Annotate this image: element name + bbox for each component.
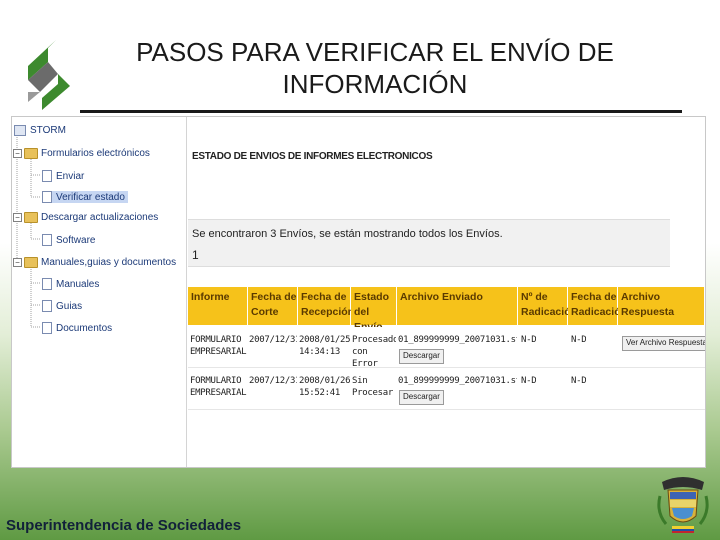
collapse-toggle-icon[interactable]: − — [13, 149, 22, 158]
title-divider — [80, 110, 682, 113]
cell-informe: FORMULARIO EMPRESARIAL — [190, 376, 247, 398]
document-icon — [42, 191, 52, 203]
computer-icon — [14, 125, 26, 136]
tree-item-label: Enviar — [56, 170, 85, 182]
collapse-toggle-icon[interactable]: − — [13, 213, 22, 222]
folder-open-icon — [24, 212, 38, 223]
cell-archivo-enviado: 01_899999999_20071031.str — [398, 376, 517, 386]
cell-fecha-recepcion: 2008/01/25 14:34:13 — [299, 335, 351, 357]
ver-archivo-respuesta-button[interactable]: Ver Archivo Respuesta — [622, 336, 705, 351]
footer-organization: Superintendencia de Sociedades — [6, 517, 242, 534]
tree-item-verificar-estado[interactable]: Verificar estado — [42, 191, 128, 203]
tree-item-label: Software — [56, 234, 96, 246]
tree-root-storm[interactable]: STORM — [14, 125, 66, 136]
cell-archivo-enviado: 01_899999999_20071031.str — [398, 335, 517, 345]
section-title: ESTADO DE ENVIOS DE INFORMES ELECTRONICO… — [192, 151, 433, 162]
slide-title: PASOS PARA VERIFICAR EL ENVÍO DE INFORMA… — [95, 36, 655, 100]
tree-item-label: Manuales — [56, 278, 100, 290]
navigation-tree: STORM − Formularios electrónicos Enviar … — [12, 117, 187, 467]
slide-title-line2: INFORMACIÓN — [282, 69, 468, 99]
page-number-link[interactable]: 1 — [192, 248, 199, 262]
collapse-toggle-icon[interactable]: − — [13, 258, 22, 267]
cell-fecha-corte: 2007/12/31 — [249, 376, 297, 386]
tree-item-guias[interactable]: Guias — [42, 300, 82, 312]
tree-item-formularios[interactable]: − Formularios electrónicos — [13, 148, 150, 159]
tree-item-enviar[interactable]: Enviar — [42, 170, 84, 182]
cell-estado: Procesado con Error — [352, 335, 396, 369]
tree-item-label: Formularios electrónicos — [41, 148, 150, 159]
envios-table: Informe Fecha de Corte Fecha de Recepció… — [188, 287, 705, 410]
tree-item-software[interactable]: Software — [42, 234, 95, 246]
document-icon — [42, 234, 52, 246]
column-header-fecha-recepcion: Fecha de Recepción — [298, 287, 354, 325]
tree-root-label: STORM — [30, 125, 66, 136]
tree-item-documentos[interactable]: Documentos — [42, 322, 112, 334]
folder-open-icon — [24, 257, 38, 268]
content-panel: ESTADO DE ENVIOS DE INFORMES ELECTRONICO… — [188, 117, 705, 467]
document-icon — [42, 300, 52, 312]
document-icon — [42, 170, 52, 182]
application-screenshot: STORM − Formularios electrónicos Enviar … — [11, 116, 706, 468]
cell-fecha-radicacion: N-D — [571, 335, 587, 345]
colombia-coat-of-arms-icon — [656, 472, 710, 534]
column-header-informe: Informe — [188, 287, 248, 325]
tree-item-manuales-guias[interactable]: − Manuales,guias y documentos — [13, 257, 176, 268]
tree-item-label: Verificar estado — [56, 191, 125, 203]
column-header-radicacion: Nº de Radicación — [518, 287, 577, 325]
column-header-fecha-radicacion: Fecha de Radicación — [568, 287, 627, 325]
tree-item-label: Guias — [56, 300, 83, 312]
tree-item-label: Descargar actualizaciones — [41, 212, 159, 223]
column-header-fecha-corte: Fecha de Corte — [248, 287, 298, 325]
slide-title-line1: PASOS PARA VERIFICAR EL ENVÍO DE — [136, 37, 614, 67]
descargar-button[interactable]: Descargar — [399, 349, 444, 364]
tree-item-manuales[interactable]: Manuales — [42, 278, 99, 290]
column-header-estado: Estado del Envío — [351, 287, 397, 333]
cell-estado: Sin Procesar — [352, 376, 393, 398]
tree-item-label: Documentos — [56, 322, 113, 334]
supersociedades-logo-icon — [18, 36, 80, 112]
tree-item-descargar-actualizaciones[interactable]: − Descargar actualizaciones — [13, 212, 158, 223]
column-header-archivo-enviado: Archivo Enviado — [397, 287, 518, 325]
cell-fecha-recepcion: 2008/01/26 15:52:41 — [299, 376, 351, 398]
tree-item-label: Manuales,guias y documentos — [41, 257, 177, 268]
cell-fecha-radicacion: N-D — [571, 376, 587, 386]
cell-fecha-corte: 2007/12/31 — [249, 335, 297, 345]
descargar-button[interactable]: Descargar — [399, 390, 444, 405]
document-icon — [42, 322, 52, 334]
cell-radicacion: N-D — [521, 335, 537, 345]
column-header-archivo-respuesta: Archivo Respuesta — [618, 287, 705, 325]
cell-informe: FORMULARIO EMPRESARIAL — [190, 335, 247, 357]
document-icon — [42, 278, 52, 290]
results-summary: Se encontraron 3 Envíos, se están mostra… — [192, 228, 503, 240]
results-info-box: Se encontraron 3 Envíos, se están mostra… — [188, 219, 670, 267]
folder-open-icon — [24, 148, 38, 159]
cell-radicacion: N-D — [521, 376, 537, 386]
